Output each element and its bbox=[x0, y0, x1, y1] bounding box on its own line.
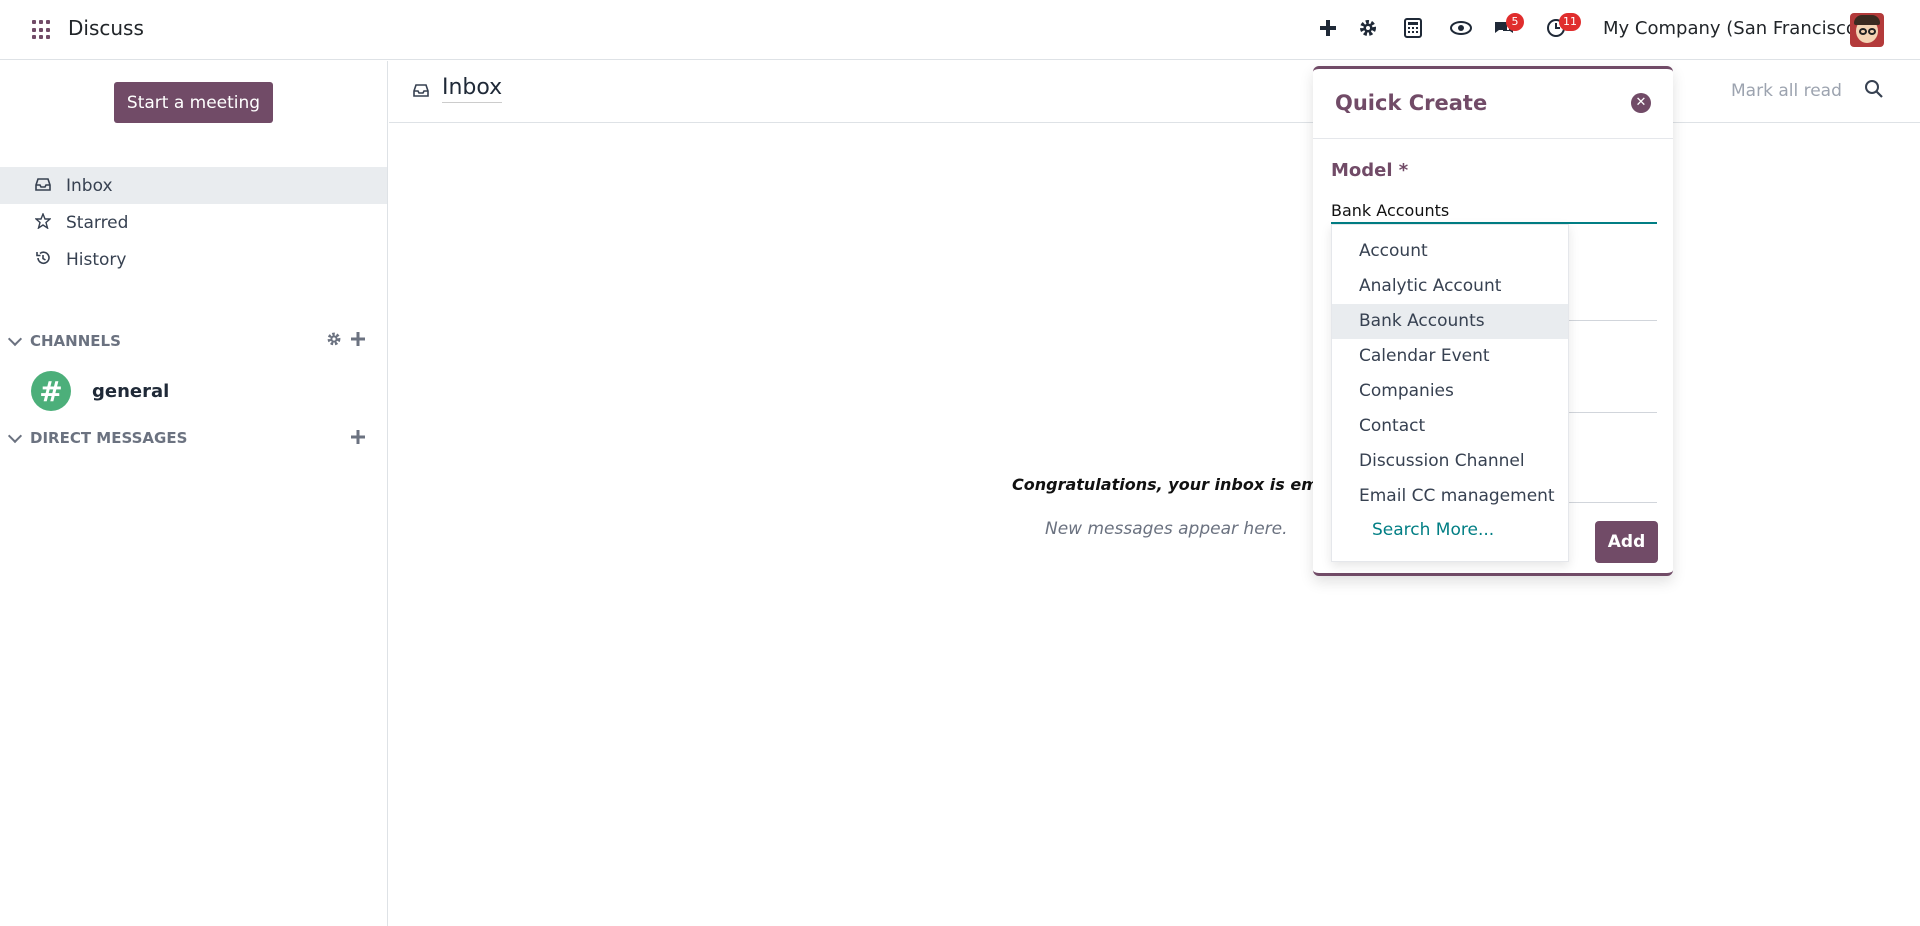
direct-messages-section-header[interactable]: DIRECT MESSAGES bbox=[0, 423, 387, 453]
dropdown-option-companies[interactable]: Companies bbox=[1332, 374, 1568, 409]
mark-all-read-button[interactable]: Mark all read bbox=[1731, 81, 1842, 101]
dropdown-option-calendar-event[interactable]: Calendar Event bbox=[1332, 339, 1568, 374]
quick-create-title: Quick Create bbox=[1335, 91, 1488, 115]
dropdown-option-account[interactable]: Account bbox=[1332, 234, 1568, 269]
close-icon[interactable]: ✕ bbox=[1631, 93, 1651, 113]
inbox-icon bbox=[413, 83, 429, 101]
add-channel-plus-icon[interactable] bbox=[350, 331, 366, 352]
add-button[interactable]: Add bbox=[1595, 521, 1658, 563]
gear-icon[interactable] bbox=[1358, 18, 1378, 43]
inbox-icon bbox=[32, 177, 54, 195]
channel-name: general bbox=[92, 380, 170, 402]
top-navbar: Discuss 5 11 My Company (San Francisco) bbox=[0, 0, 1920, 60]
eye-icon[interactable] bbox=[1450, 18, 1472, 43]
search-more-link[interactable]: Search More... bbox=[1372, 520, 1494, 540]
dropdown-option-email-cc-management[interactable]: Email CC management bbox=[1332, 479, 1568, 514]
sidebar-item-label: Inbox bbox=[66, 175, 113, 196]
sidebar-item-starred[interactable]: Starred bbox=[0, 204, 387, 241]
user-avatar[interactable] bbox=[1850, 13, 1884, 47]
app-title[interactable]: Discuss bbox=[68, 16, 144, 40]
company-switcher[interactable]: My Company (San Francisco) bbox=[1603, 18, 1864, 39]
channel-settings-gear-icon[interactable] bbox=[326, 331, 342, 351]
page-title: Inbox bbox=[442, 75, 503, 103]
search-icon[interactable] bbox=[1864, 79, 1884, 99]
apps-menu-icon[interactable] bbox=[32, 20, 52, 40]
calculator-icon[interactable] bbox=[1403, 18, 1423, 43]
quick-create-plus-icon[interactable] bbox=[1318, 18, 1338, 43]
model-autocomplete-dropdown: Account Analytic Account Bank Accounts C… bbox=[1331, 224, 1569, 562]
hashtag-icon: # bbox=[31, 371, 71, 411]
channel-item-general[interactable]: # general bbox=[31, 371, 169, 411]
dropdown-option-analytic-account[interactable]: Analytic Account bbox=[1332, 269, 1568, 304]
sidebar: Start a meeting Inbox Starred History CH… bbox=[0, 61, 388, 926]
dropdown-option-bank-accounts[interactable]: Bank Accounts bbox=[1332, 304, 1568, 339]
dropdown-option-discussion-channel[interactable]: Discussion Channel bbox=[1332, 444, 1568, 479]
start-meeting-button[interactable]: Start a meeting bbox=[114, 82, 273, 123]
star-icon bbox=[32, 211, 54, 233]
add-direct-message-plus-icon[interactable] bbox=[350, 429, 366, 450]
empty-inbox-subtitle: New messages appear here. bbox=[1045, 519, 1288, 539]
sidebar-item-history[interactable]: History bbox=[0, 241, 387, 278]
activities-clock-icon[interactable]: 11 bbox=[1546, 13, 1581, 43]
chevron-down-icon bbox=[8, 334, 22, 348]
model-input[interactable] bbox=[1331, 199, 1657, 224]
thread-header: Inbox Mark all read bbox=[389, 61, 1920, 123]
sidebar-item-label: History bbox=[66, 249, 127, 270]
messages-icon[interactable]: 5 bbox=[1493, 13, 1524, 43]
chevron-down-icon bbox=[8, 431, 22, 445]
dropdown-option-contact[interactable]: Contact bbox=[1332, 409, 1568, 444]
model-field-label: Model * bbox=[1331, 160, 1409, 181]
direct-messages-title: DIRECT MESSAGES bbox=[30, 429, 188, 447]
quick-create-header: Quick Create ✕ bbox=[1313, 69, 1673, 139]
sidebar-item-inbox[interactable]: Inbox bbox=[0, 167, 387, 204]
channels-title: CHANNELS bbox=[30, 332, 121, 350]
sidebar-item-label: Starred bbox=[66, 212, 129, 233]
history-icon bbox=[32, 250, 54, 270]
messages-badge: 5 bbox=[1506, 13, 1524, 31]
activities-badge: 11 bbox=[1559, 13, 1581, 31]
empty-inbox-title: Congratulations, your inbox is empty bbox=[1012, 475, 1348, 494]
